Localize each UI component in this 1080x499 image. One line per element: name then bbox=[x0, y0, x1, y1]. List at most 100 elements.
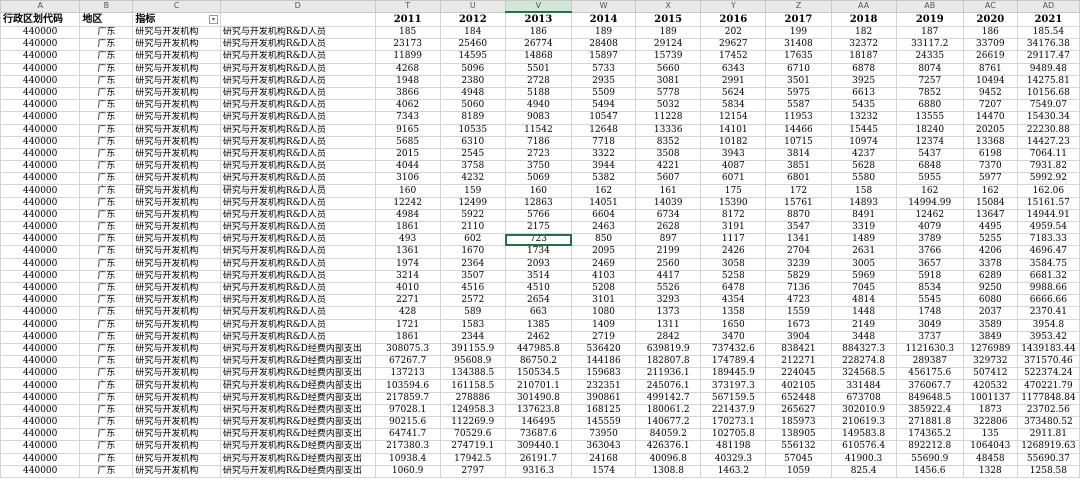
cell-value[interactable]: 134388.5 bbox=[439, 367, 506, 381]
cell-value[interactable]: 3058 bbox=[700, 257, 767, 271]
cell-value[interactable]: 212271 bbox=[765, 355, 832, 369]
cell-value[interactable]: 5587 bbox=[765, 99, 832, 113]
cell-value[interactable]: 1439183.44 bbox=[1016, 342, 1080, 357]
cell-region[interactable]: 广东 bbox=[79, 86, 134, 101]
cell-code[interactable]: 440000 bbox=[0, 294, 81, 308]
cell-value[interactable]: 2015 bbox=[374, 147, 441, 162]
cell-value[interactable]: 663 bbox=[504, 306, 573, 320]
cell-region[interactable]: 广东 bbox=[79, 196, 134, 210]
cell-region[interactable]: 广东 bbox=[79, 208, 134, 223]
cell-code[interactable]: 440000 bbox=[0, 367, 81, 381]
cell-value[interactable]: 6613 bbox=[830, 86, 897, 101]
cell-code[interactable]: 440000 bbox=[0, 62, 81, 76]
cell-value[interactable]: 29117.47 bbox=[1016, 50, 1080, 64]
cell-value[interactable]: 3814 bbox=[765, 147, 832, 162]
cell-value[interactable]: 4510 bbox=[504, 281, 573, 296]
cell-value[interactable]: 5628 bbox=[830, 160, 897, 174]
cell-code[interactable]: 440000 bbox=[0, 452, 81, 466]
cell-value[interactable]: 481198 bbox=[700, 440, 767, 454]
cell-value[interactable]: 217859.7 bbox=[374, 391, 441, 405]
cell-value[interactable]: 7343 bbox=[374, 111, 441, 125]
cell-value[interactable]: 162 bbox=[570, 184, 637, 198]
cell-value[interactable]: 6710 bbox=[765, 62, 832, 76]
cell-value[interactable]: 174365.2 bbox=[895, 428, 964, 442]
cell-value[interactable]: 12154 bbox=[700, 111, 767, 125]
cell-region[interactable]: 广东 bbox=[79, 220, 134, 235]
cell-indicator[interactable]: 研究与开发机构R&D人员 bbox=[219, 294, 376, 308]
cell-value[interactable]: 652448 bbox=[765, 391, 832, 405]
cell-value[interactable]: 15739 bbox=[635, 50, 702, 64]
cell-code[interactable]: 440000 bbox=[0, 233, 81, 247]
cell-value[interactable]: 232351 bbox=[570, 379, 637, 393]
cell-value[interactable]: 5382 bbox=[570, 172, 637, 186]
cell-value[interactable]: 897 bbox=[635, 233, 702, 247]
cell-value[interactable]: 1121630.3 bbox=[895, 342, 964, 357]
cell-value[interactable]: 32372 bbox=[830, 38, 897, 52]
cell-value[interactable]: 7370 bbox=[962, 160, 1018, 174]
cell-value[interactable]: 4959.54 bbox=[1016, 220, 1080, 235]
cell-value[interactable]: 10535 bbox=[439, 123, 506, 137]
column-header-ab[interactable]: AB bbox=[895, 0, 964, 13]
cell-value[interactable]: 7718 bbox=[570, 135, 637, 149]
cell-value[interactable]: 1583 bbox=[439, 318, 506, 332]
cell-value[interactable]: 4237 bbox=[830, 147, 897, 162]
cell-category[interactable]: 研究与开发机构 bbox=[132, 379, 221, 393]
cell-value[interactable]: 10547 bbox=[570, 111, 637, 125]
cell-indicator[interactable]: 研究与开发机构R&D人员 bbox=[219, 257, 376, 271]
cell-value[interactable]: 9316.3 bbox=[504, 464, 573, 478]
cell-value[interactable]: 175 bbox=[700, 184, 767, 198]
cell-category[interactable]: 研究与开发机构 bbox=[132, 25, 221, 40]
cell-value[interactable]: 5778 bbox=[635, 86, 702, 101]
cell-value[interactable]: 610576.4 bbox=[830, 440, 897, 454]
cell-value[interactable]: 9988.66 bbox=[1016, 281, 1080, 296]
cell-value[interactable]: 271881.8 bbox=[895, 415, 964, 430]
cell-value[interactable]: 3851 bbox=[765, 160, 832, 174]
spreadsheet-grid[interactable]: A B C D T U V W X Y Z AA AB AC AD 行政区划代码 地区 指标 ▾ 2011 2012 20… bbox=[0, 0, 1080, 499]
cell-value[interactable]: 7207 bbox=[962, 99, 1018, 113]
cell-value[interactable]: 7045 bbox=[830, 281, 897, 296]
cell-value[interactable]: 199 bbox=[765, 25, 832, 40]
cell-value[interactable]: 162.06 bbox=[1016, 184, 1080, 198]
cell-value[interactable]: 4087 bbox=[700, 160, 767, 174]
cell-value[interactable]: 14595 bbox=[439, 50, 506, 64]
cell-value[interactable]: 12863 bbox=[504, 196, 573, 210]
cell-value[interactable]: 1861 bbox=[374, 330, 441, 344]
cell-value[interactable]: 159 bbox=[439, 184, 506, 198]
cell-code[interactable]: 440000 bbox=[0, 184, 81, 198]
cell-value[interactable]: 144186 bbox=[570, 355, 637, 369]
cell-region[interactable]: 广东 bbox=[79, 245, 134, 259]
cell-region[interactable]: 广东 bbox=[79, 415, 134, 430]
cell-value[interactable]: 522374.24 bbox=[1016, 367, 1080, 381]
cell-value[interactable]: 3584.75 bbox=[1016, 257, 1080, 271]
cell-category[interactable]: 研究与开发机构 bbox=[132, 160, 221, 174]
cell-category[interactable]: 研究与开发机构 bbox=[132, 172, 221, 186]
cell-value[interactable]: 187 bbox=[895, 25, 964, 40]
header-cell[interactable]: 地区 bbox=[79, 11, 134, 27]
cell-value[interactable]: 67267.7 bbox=[374, 355, 441, 369]
cell-indicator[interactable]: 研究与开发机构R&D人员 bbox=[219, 99, 376, 113]
cell-value[interactable]: 2380 bbox=[439, 74, 506, 88]
cell-value[interactable]: 7183.33 bbox=[1016, 233, 1080, 247]
cell-value[interactable]: 8534 bbox=[895, 281, 964, 296]
cell-value[interactable]: 5060 bbox=[439, 99, 506, 113]
cell-value[interactable]: 2631 bbox=[830, 245, 897, 259]
cell-value[interactable]: 14051 bbox=[570, 196, 637, 210]
cell-category[interactable]: 研究与开发机构 bbox=[132, 342, 221, 357]
cell-value[interactable]: 402105 bbox=[765, 379, 832, 393]
cell-value[interactable]: 3501 bbox=[765, 74, 832, 88]
column-header-y[interactable]: Y bbox=[700, 0, 767, 13]
cell-value[interactable]: 3214 bbox=[374, 269, 441, 283]
cell-value[interactable]: 4516 bbox=[439, 281, 506, 296]
column-header-z[interactable]: Z bbox=[765, 0, 832, 13]
cell-category[interactable]: 研究与开发机构 bbox=[132, 464, 221, 478]
cell-value[interactable]: 10182 bbox=[700, 135, 767, 149]
cell-value[interactable]: 5969 bbox=[830, 269, 897, 283]
cell-value[interactable]: 426376.1 bbox=[635, 440, 702, 454]
cell-region[interactable]: 广东 bbox=[79, 440, 134, 454]
cell-value[interactable]: 217380.3 bbox=[374, 440, 441, 454]
cell-value[interactable]: 150534.5 bbox=[504, 367, 573, 381]
cell-value[interactable]: 6666.66 bbox=[1016, 294, 1080, 308]
cell-region[interactable]: 广东 bbox=[79, 99, 134, 113]
cell-code[interactable]: 440000 bbox=[0, 196, 81, 210]
cell-category[interactable]: 研究与开发机构 bbox=[132, 391, 221, 405]
